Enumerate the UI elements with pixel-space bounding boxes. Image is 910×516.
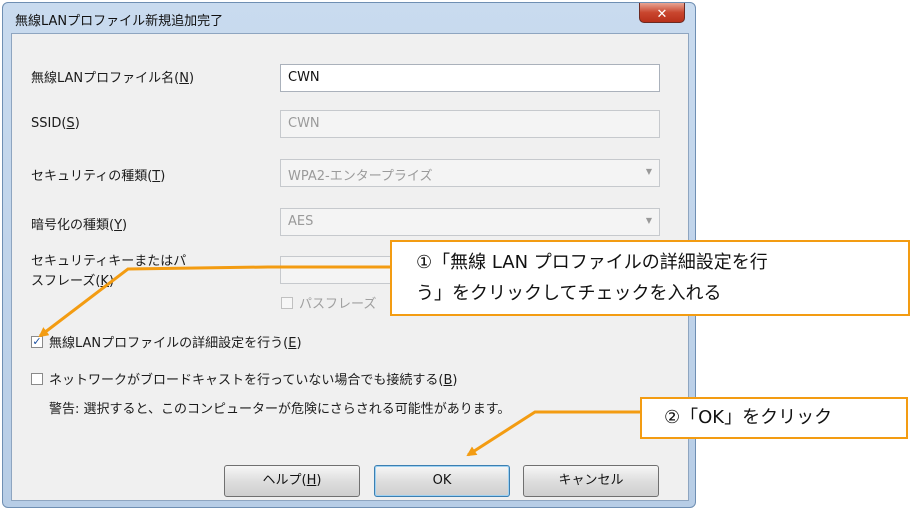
annotation-arrows [38, 265, 640, 457]
arrow-to-ok [466, 410, 640, 457]
arrow-to-checkbox [38, 265, 390, 338]
